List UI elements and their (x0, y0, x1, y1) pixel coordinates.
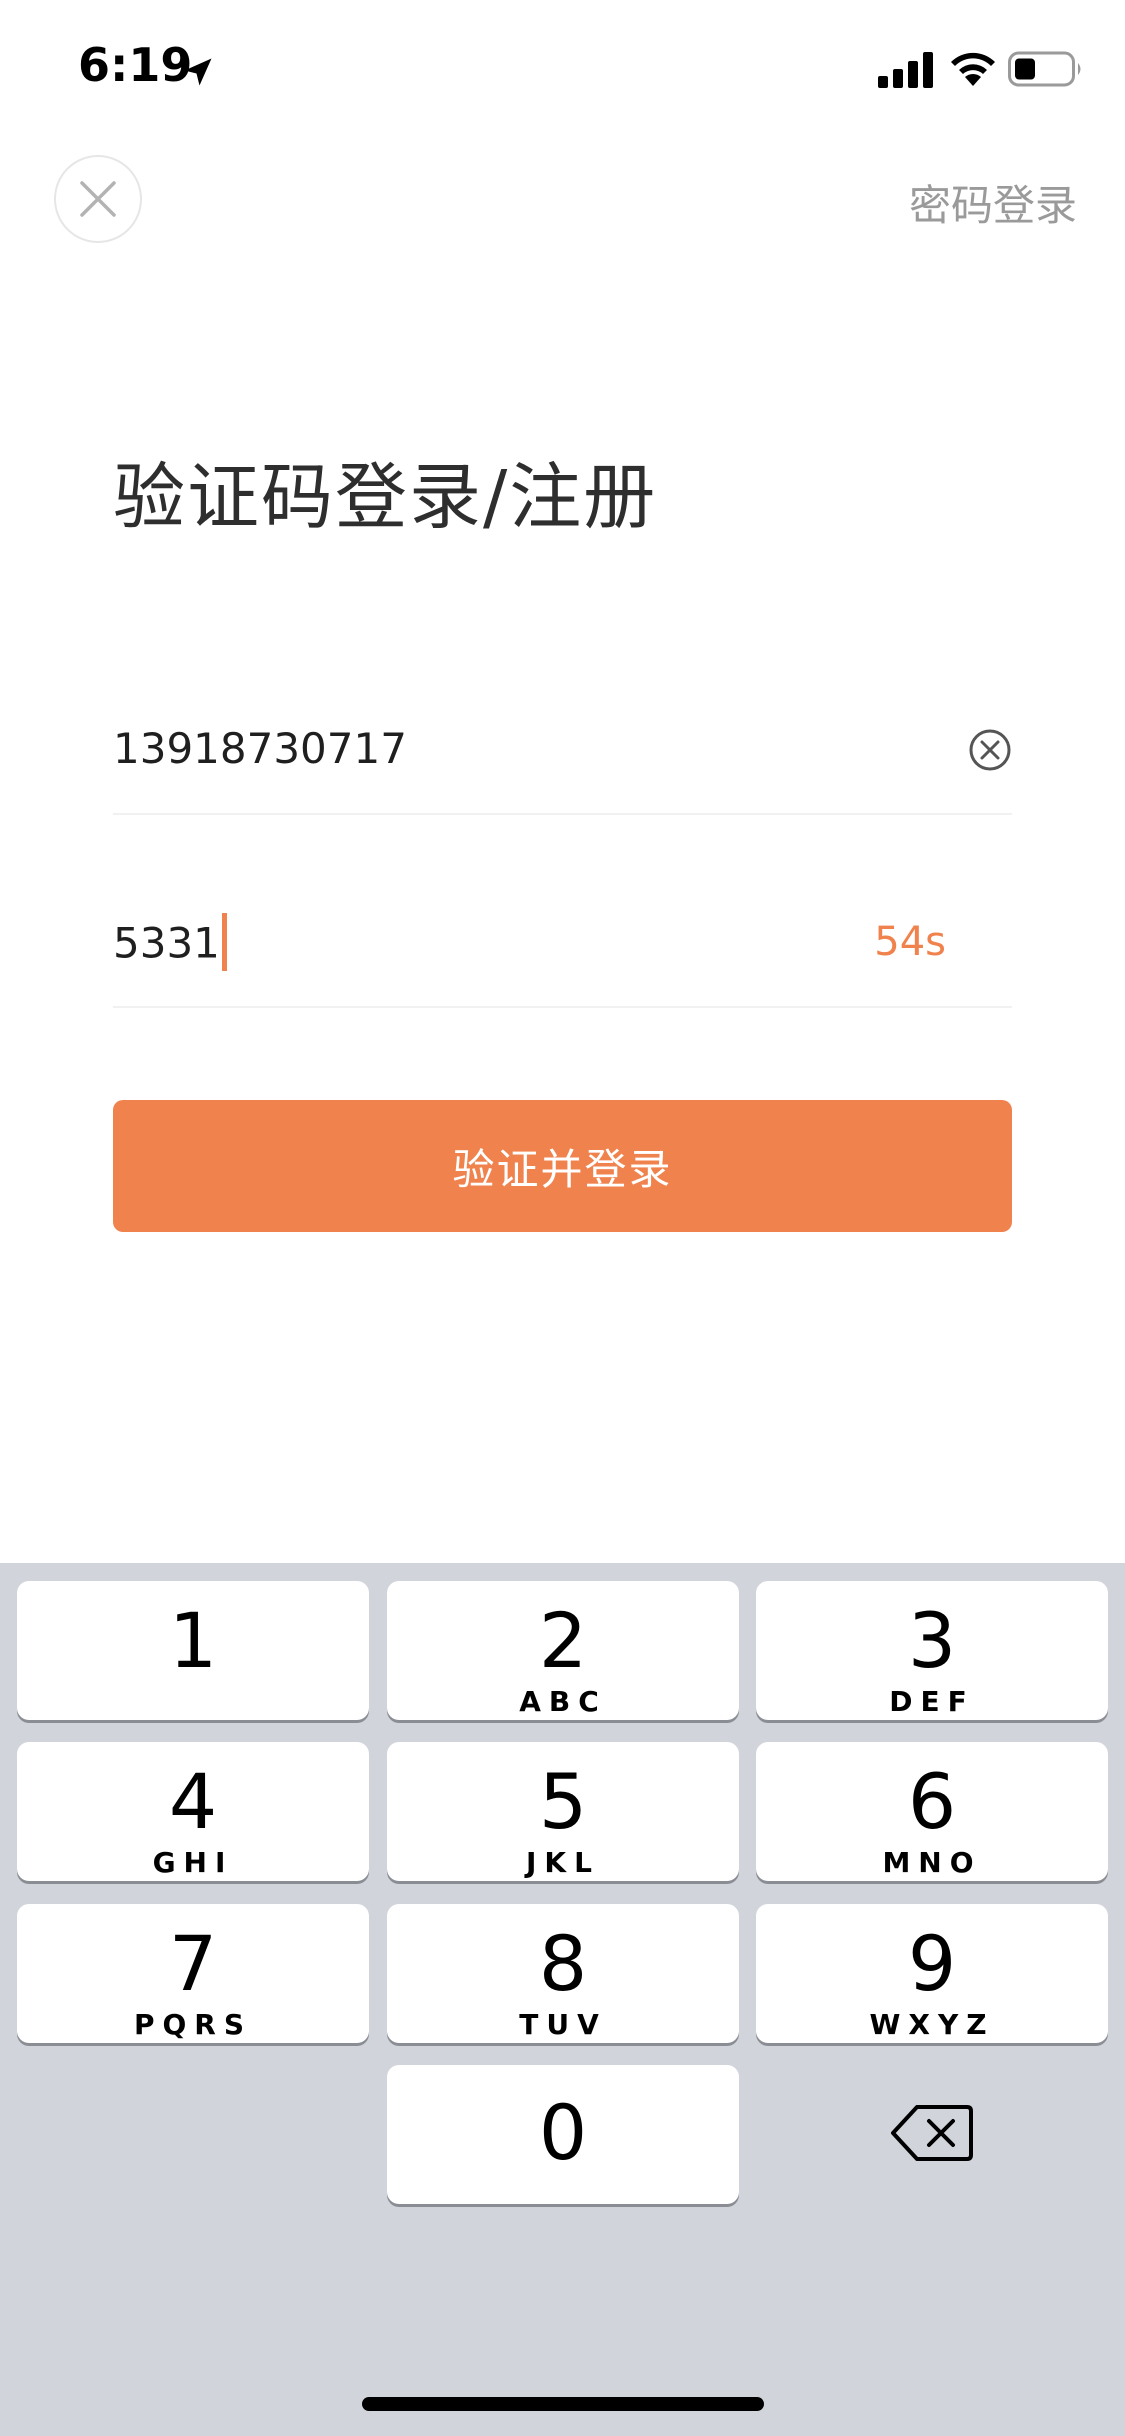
key-7[interactable]: 7 PQRS (17, 1904, 369, 2043)
code-input-value: 5331 (113, 918, 220, 968)
key-digit: 2 (538, 1596, 588, 1685)
key-digit: 0 (538, 2088, 588, 2177)
delete-icon[interactable] (887, 2093, 977, 2173)
key-letters: PQRS (133, 2008, 253, 2041)
phone-input[interactable]: 13918730717 (113, 724, 407, 773)
clear-icon[interactable] (968, 728, 1012, 772)
key-letters: DEF (889, 1685, 975, 1718)
key-1[interactable]: 1 (17, 1581, 369, 1720)
key-digit: 1 (168, 1596, 218, 1685)
resend-countdown: 54s (874, 919, 946, 965)
key-letters: TUV (519, 2008, 607, 2041)
key-digit: 5 (538, 1757, 588, 1846)
close-button[interactable] (54, 155, 142, 243)
key-digit: 7 (168, 1919, 218, 2008)
home-indicator (362, 2397, 764, 2411)
phone-field[interactable]: 13918730717 (113, 690, 1012, 815)
key-9[interactable]: 9 WXYZ (756, 1904, 1108, 2043)
key-0[interactable]: 0 (387, 2065, 739, 2204)
close-icon (80, 181, 116, 217)
location-arrow-icon (184, 58, 212, 86)
key-digit: 8 (538, 1919, 588, 2008)
key-digit: 6 (907, 1757, 957, 1846)
page-title: 验证码登录/注册 (113, 455, 658, 539)
battery-icon (1008, 51, 1081, 87)
key-5[interactable]: 5 JKL (387, 1742, 739, 1881)
key-letters: JKL (526, 1846, 600, 1879)
login-screen: 6:19 密码登录 验证码登录/注册 13918730717 5331 54s … (0, 0, 1125, 2436)
status-bar: 6:19 (0, 0, 1125, 132)
code-field[interactable]: 5331 54s (113, 883, 1012, 1008)
text-caret (221, 913, 227, 971)
wifi-icon (951, 52, 995, 86)
key-letters: WXYZ (869, 2008, 995, 2041)
status-time: 6:19 (78, 38, 193, 92)
key-2[interactable]: 2 ABC (387, 1581, 739, 1720)
key-digit: 4 (168, 1757, 218, 1846)
key-letters: GHI (152, 1846, 234, 1879)
verify-login-button[interactable]: 验证并登录 (113, 1100, 1012, 1232)
key-6[interactable]: 6 MNO (756, 1742, 1108, 1881)
key-4[interactable]: 4 GHI (17, 1742, 369, 1881)
key-digit: 3 (907, 1596, 957, 1685)
key-letters: ABC (519, 1685, 607, 1718)
key-letters: MNO (882, 1846, 982, 1879)
code-input[interactable]: 5331 (113, 913, 227, 975)
key-8[interactable]: 8 TUV (387, 1904, 739, 2043)
password-login-link[interactable]: 密码登录 (909, 172, 1077, 233)
key-digit: 9 (907, 1919, 957, 2008)
signal-icon (878, 52, 933, 88)
key-3[interactable]: 3 DEF (756, 1581, 1108, 1720)
